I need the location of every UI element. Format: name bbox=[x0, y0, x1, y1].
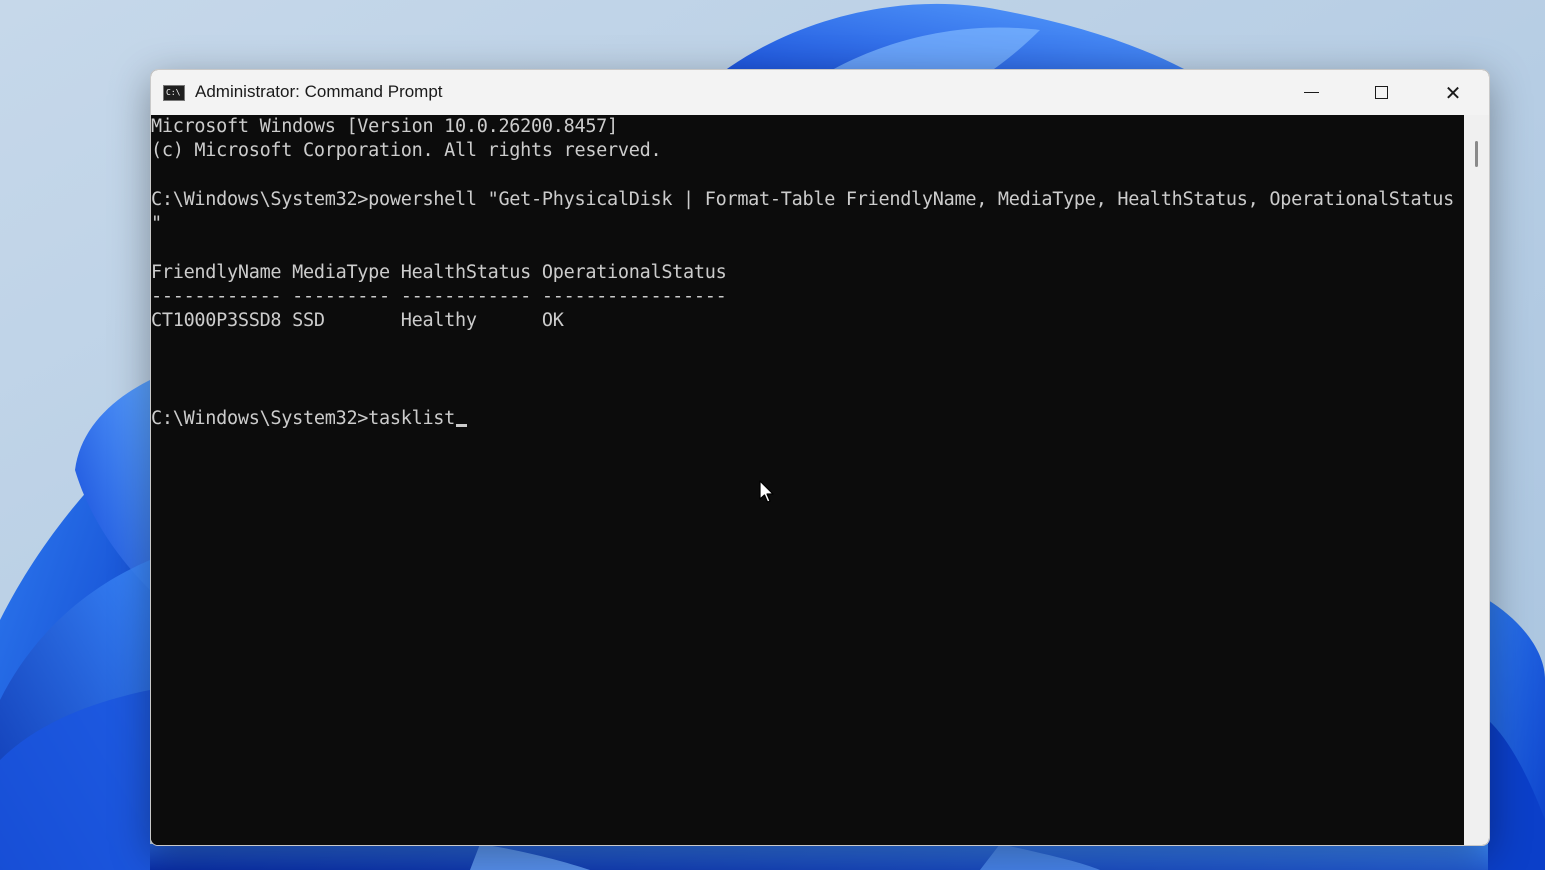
close-icon: ✕ bbox=[1444, 80, 1462, 105]
maximize-button[interactable] bbox=[1346, 70, 1416, 115]
minimize-icon bbox=[1303, 91, 1319, 94]
text-cursor bbox=[456, 424, 468, 427]
console-line: Microsoft Windows [Version 10.0.26200.84… bbox=[151, 116, 618, 137]
command-prompt-icon: C:\ bbox=[163, 85, 185, 101]
console-line: " bbox=[151, 213, 162, 234]
mouse-pointer-icon bbox=[759, 480, 774, 503]
window-title: Administrator: Command Prompt bbox=[195, 82, 443, 101]
command-input-line[interactable]: C:\Windows\System32>tasklist bbox=[151, 407, 468, 431]
console-line: C:\Windows\System32>powershell "Get-Phys… bbox=[151, 189, 1454, 210]
command-prompt-window[interactable]: C:\ Administrator: Command Prompt ✕ Micr… bbox=[150, 69, 1490, 846]
console-line: (c) Microsoft Corporation. All rights re… bbox=[151, 140, 662, 161]
console-output[interactable]: Microsoft Windows [Version 10.0.26200.84… bbox=[151, 115, 1464, 845]
table-row: CT1000P3SSD8 SSD Healthy OK bbox=[151, 310, 564, 331]
scrollbar-thumb[interactable] bbox=[1475, 141, 1478, 167]
minimize-button[interactable] bbox=[1276, 70, 1346, 115]
current-command: C:\Windows\System32>tasklist bbox=[151, 408, 456, 429]
vertical-scrollbar[interactable] bbox=[1464, 115, 1489, 845]
table-header: FriendlyName MediaType HealthStatus Oper… bbox=[151, 262, 727, 283]
table-divider: ------------ --------- ------------ ----… bbox=[151, 286, 727, 307]
maximize-icon bbox=[1374, 86, 1388, 99]
title-bar[interactable]: C:\ Administrator: Command Prompt ✕ bbox=[151, 70, 1489, 115]
close-button[interactable]: ✕ bbox=[1418, 70, 1488, 115]
